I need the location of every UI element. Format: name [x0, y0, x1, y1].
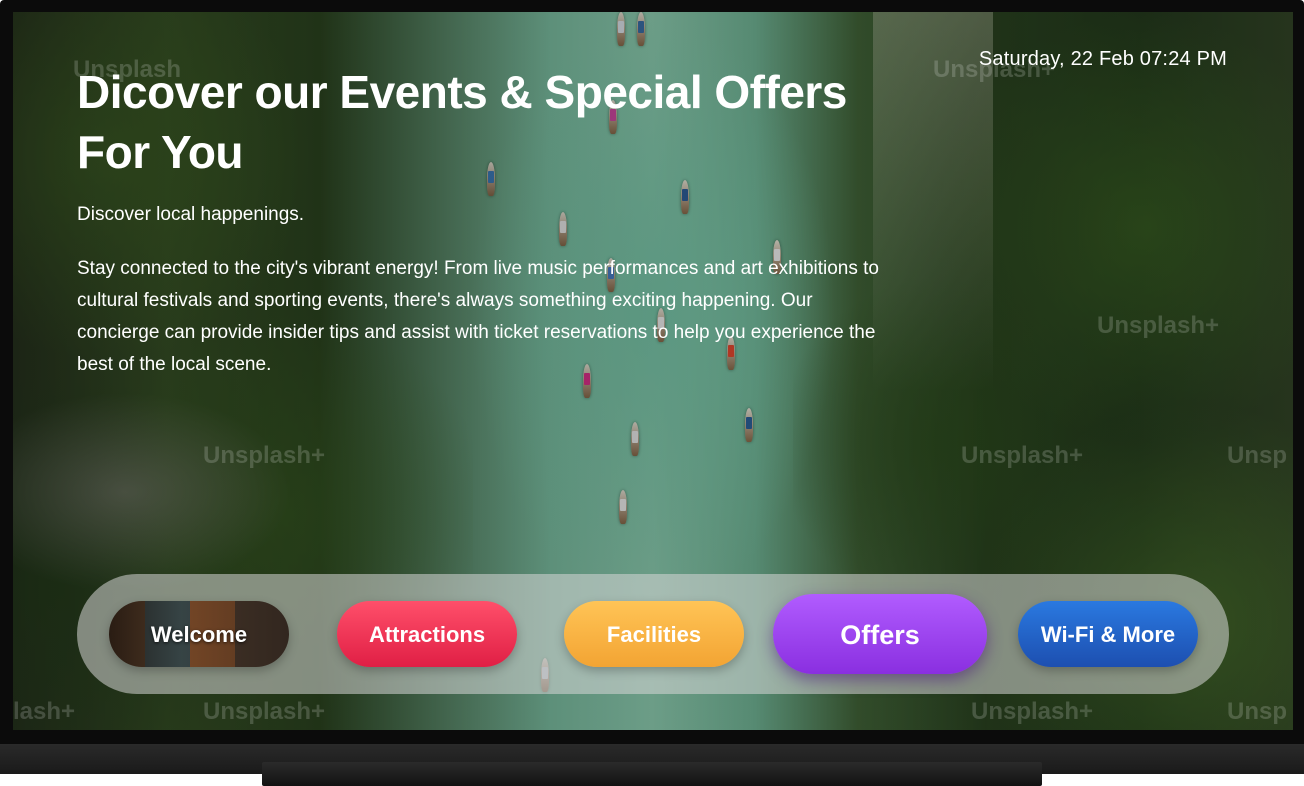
- watermark-text: Unsplash+: [961, 442, 1084, 469]
- bottom-navigation-bar: Welcome Attractions Facilities Offers Wi…: [77, 574, 1229, 694]
- tv-screen: Unsplash Unsplash+ Unsplash+ Unsplash+ l…: [13, 12, 1293, 730]
- watermark-text: Unsp: [1227, 698, 1287, 725]
- nav-button-attractions[interactable]: Attractions: [337, 601, 517, 667]
- tv-stand: [262, 762, 1042, 786]
- nav-button-welcome[interactable]: Welcome: [109, 601, 289, 667]
- nav-button-facilities[interactable]: Facilities: [564, 601, 744, 667]
- date-time-display: Saturday, 22 Feb 07:24 PM: [978, 48, 1227, 70]
- watermark-text: Unsplash+: [1097, 312, 1220, 339]
- watermark-text: Unsplash+: [971, 698, 1094, 725]
- page-subtitle: Discover local happenings.: [77, 204, 305, 225]
- watermark-text: Unsp: [1227, 442, 1287, 469]
- watermark-text: Unsplash+: [203, 442, 326, 469]
- page-title-line-1: Dicover our Events & Special Offers: [77, 66, 847, 118]
- page-title: Dicover our Events & Special Offers For Y…: [77, 62, 877, 182]
- watermark-text: lash+: [13, 698, 76, 725]
- nav-button-wifi-more[interactable]: Wi-Fi & More: [1018, 601, 1198, 667]
- page-title-line-2: For You: [77, 126, 244, 178]
- nav-button-offers[interactable]: Offers: [773, 594, 987, 674]
- page-description: Stay connected to the city's vibrant ene…: [77, 258, 879, 375]
- watermark-text: Unsplash+: [203, 698, 326, 725]
